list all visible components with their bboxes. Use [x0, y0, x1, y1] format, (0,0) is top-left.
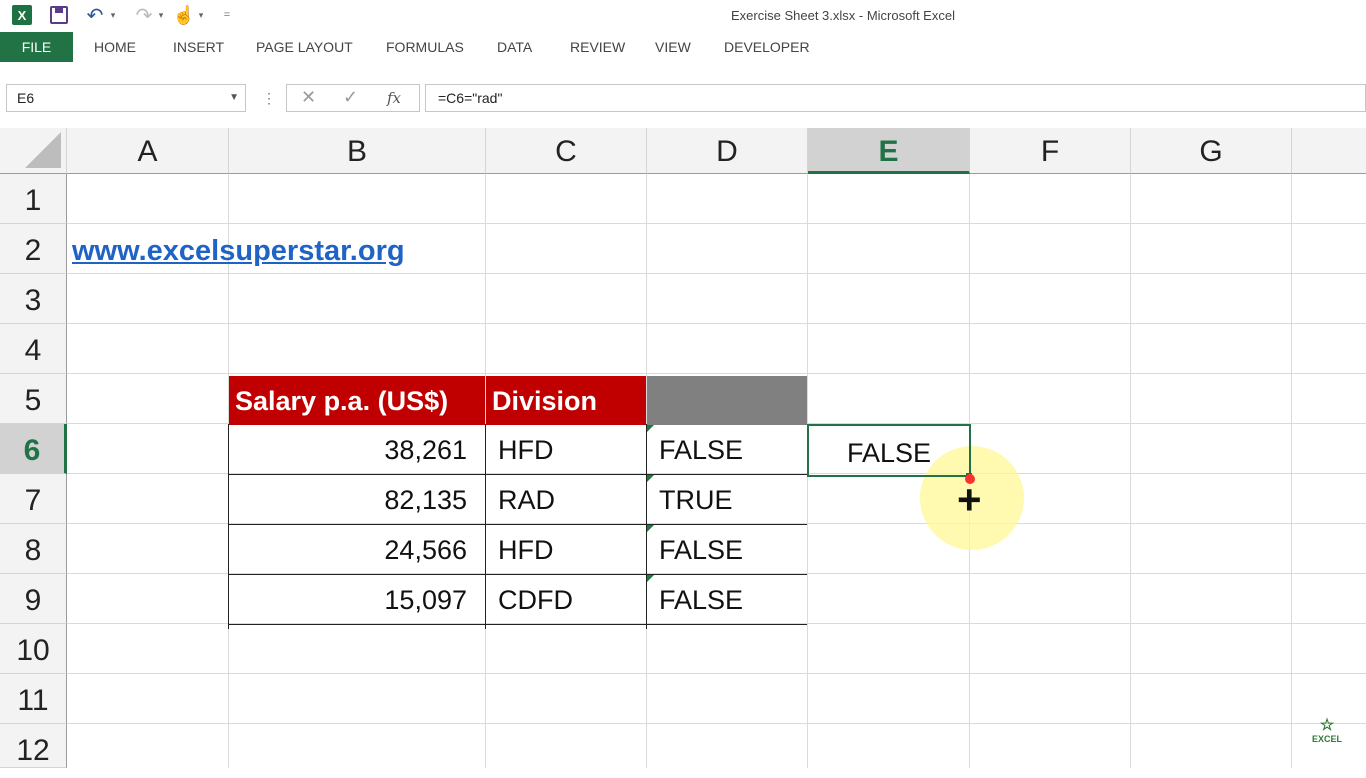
crosshair-cursor-icon: + [957, 476, 982, 523]
touch-mode-icon[interactable]: ☝ [173, 4, 195, 26]
division-cell[interactable]: HFD [486, 525, 646, 575]
result-cell[interactable]: FALSE [647, 425, 807, 475]
division-cell[interactable]: CDFD [486, 575, 646, 625]
touch-dropdown-icon[interactable]: ▾ [197, 4, 205, 26]
cancel-icon[interactable]: ✕ [301, 87, 316, 108]
redo-dropdown-icon[interactable]: ▾ [157, 4, 165, 26]
row-header-10[interactable]: 10 [0, 624, 67, 674]
gridline [67, 673, 1366, 674]
row-header-11[interactable]: 11 [0, 674, 67, 724]
division-cell[interactable]: HFD [486, 425, 646, 475]
result-cell[interactable]: TRUE [647, 475, 807, 525]
redo-icon[interactable]: ↷ [133, 4, 155, 27]
enter-icon[interactable]: ✓ [343, 87, 358, 108]
insert-function-icon[interactable]: fx [387, 89, 401, 107]
result-header[interactable] [647, 376, 807, 425]
ribbon-tabs: FILE HOME INSERT PAGE LAYOUT FORMULAS DA… [0, 32, 1366, 63]
salary-cell[interactable]: 24,566 [229, 525, 485, 575]
tab-page-layout[interactable]: PAGE LAYOUT [256, 32, 353, 62]
column-header-a[interactable]: A [67, 128, 229, 174]
row-header-7[interactable]: 7 [0, 474, 67, 524]
excel-logo-icon[interactable]: X [12, 5, 32, 25]
row-header-6[interactable]: 6 [0, 424, 67, 474]
worksheet-grid: A B C D E F G 1 2 3 4 5 6 7 8 9 10 11 12… [0, 128, 1366, 768]
gridline [67, 723, 1366, 724]
row-header-2[interactable]: 2 [0, 224, 67, 274]
row-header-5[interactable]: 5 [0, 374, 67, 424]
salary-cell[interactable]: 15,097 [229, 575, 485, 625]
name-box[interactable]: E6 ▼ [6, 84, 246, 112]
division-cell[interactable]: RAD [486, 475, 646, 525]
tab-data[interactable]: DATA [497, 32, 532, 62]
column-header-c[interactable]: C [486, 128, 647, 174]
undo-icon[interactable]: ↶ [84, 4, 106, 27]
excel-superstar-logo: ☆ EXCEL [1310, 717, 1344, 745]
gridline [1130, 174, 1131, 768]
salary-header[interactable]: Salary p.a. (US$) [229, 376, 485, 425]
row-header-1[interactable]: 1 [0, 174, 67, 224]
tab-view[interactable]: VIEW [655, 32, 691, 62]
tab-review[interactable]: REVIEW [570, 32, 625, 62]
column-header-d[interactable]: D [647, 128, 808, 174]
formula-buttons: ✕ ✓ fx [286, 84, 420, 112]
salary-cell[interactable]: 38,261 [229, 425, 485, 475]
select-all-button[interactable] [0, 128, 67, 174]
salary-cell[interactable]: 82,135 [229, 475, 485, 525]
column-header-b[interactable]: B [229, 128, 486, 174]
formula-bar: E6 ▼ ⋮ ✕ ✓ fx =C6="rad" [0, 62, 1366, 128]
chevron-down-icon[interactable]: ▼ [229, 85, 239, 111]
formula-input[interactable]: =C6="rad" [425, 84, 1366, 112]
undo-dropdown-icon[interactable]: ▾ [109, 4, 117, 26]
tab-formulas[interactable]: FORMULAS [386, 32, 464, 62]
column-header-h[interactable] [1292, 128, 1366, 174]
row-header-12[interactable]: 12 [0, 724, 67, 768]
active-cell[interactable]: FALSE [807, 424, 971, 477]
gridline [67, 323, 1366, 324]
row-header-4[interactable]: 4 [0, 324, 67, 374]
result-cell[interactable]: FALSE [647, 525, 807, 575]
column-header-e[interactable]: E [808, 128, 970, 174]
gridline [67, 223, 1366, 224]
name-box-value: E6 [17, 90, 35, 106]
gridline [1291, 174, 1292, 768]
tab-file[interactable]: FILE [0, 32, 73, 62]
row-header-8[interactable]: 8 [0, 524, 67, 574]
resize-handle[interactable]: ⋮ [262, 90, 276, 107]
gridline [67, 373, 1366, 374]
row-header-9[interactable]: 9 [0, 574, 67, 624]
tab-developer[interactable]: DEVELOPER [724, 32, 810, 62]
division-header[interactable]: Division [486, 376, 646, 425]
column-header-f[interactable]: F [970, 128, 1131, 174]
website-link[interactable]: www.excelsuperstar.org [72, 226, 472, 276]
logo-text: EXCEL [1311, 734, 1342, 744]
title-bar: X ↶ ▾ ↷ ▾ ☝ ▾ = Exercise Sheet 3.xlsx - … [0, 0, 1366, 32]
column-header-g[interactable]: G [1131, 128, 1292, 174]
star-icon: ☆ [1319, 717, 1335, 734]
tab-home[interactable]: HOME [94, 32, 136, 62]
tab-insert[interactable]: INSERT [173, 32, 224, 62]
save-icon[interactable] [50, 6, 68, 24]
customize-qat-icon[interactable]: = [221, 4, 233, 26]
result-cell[interactable]: FALSE [647, 575, 807, 625]
row-header-3[interactable]: 3 [0, 274, 67, 324]
